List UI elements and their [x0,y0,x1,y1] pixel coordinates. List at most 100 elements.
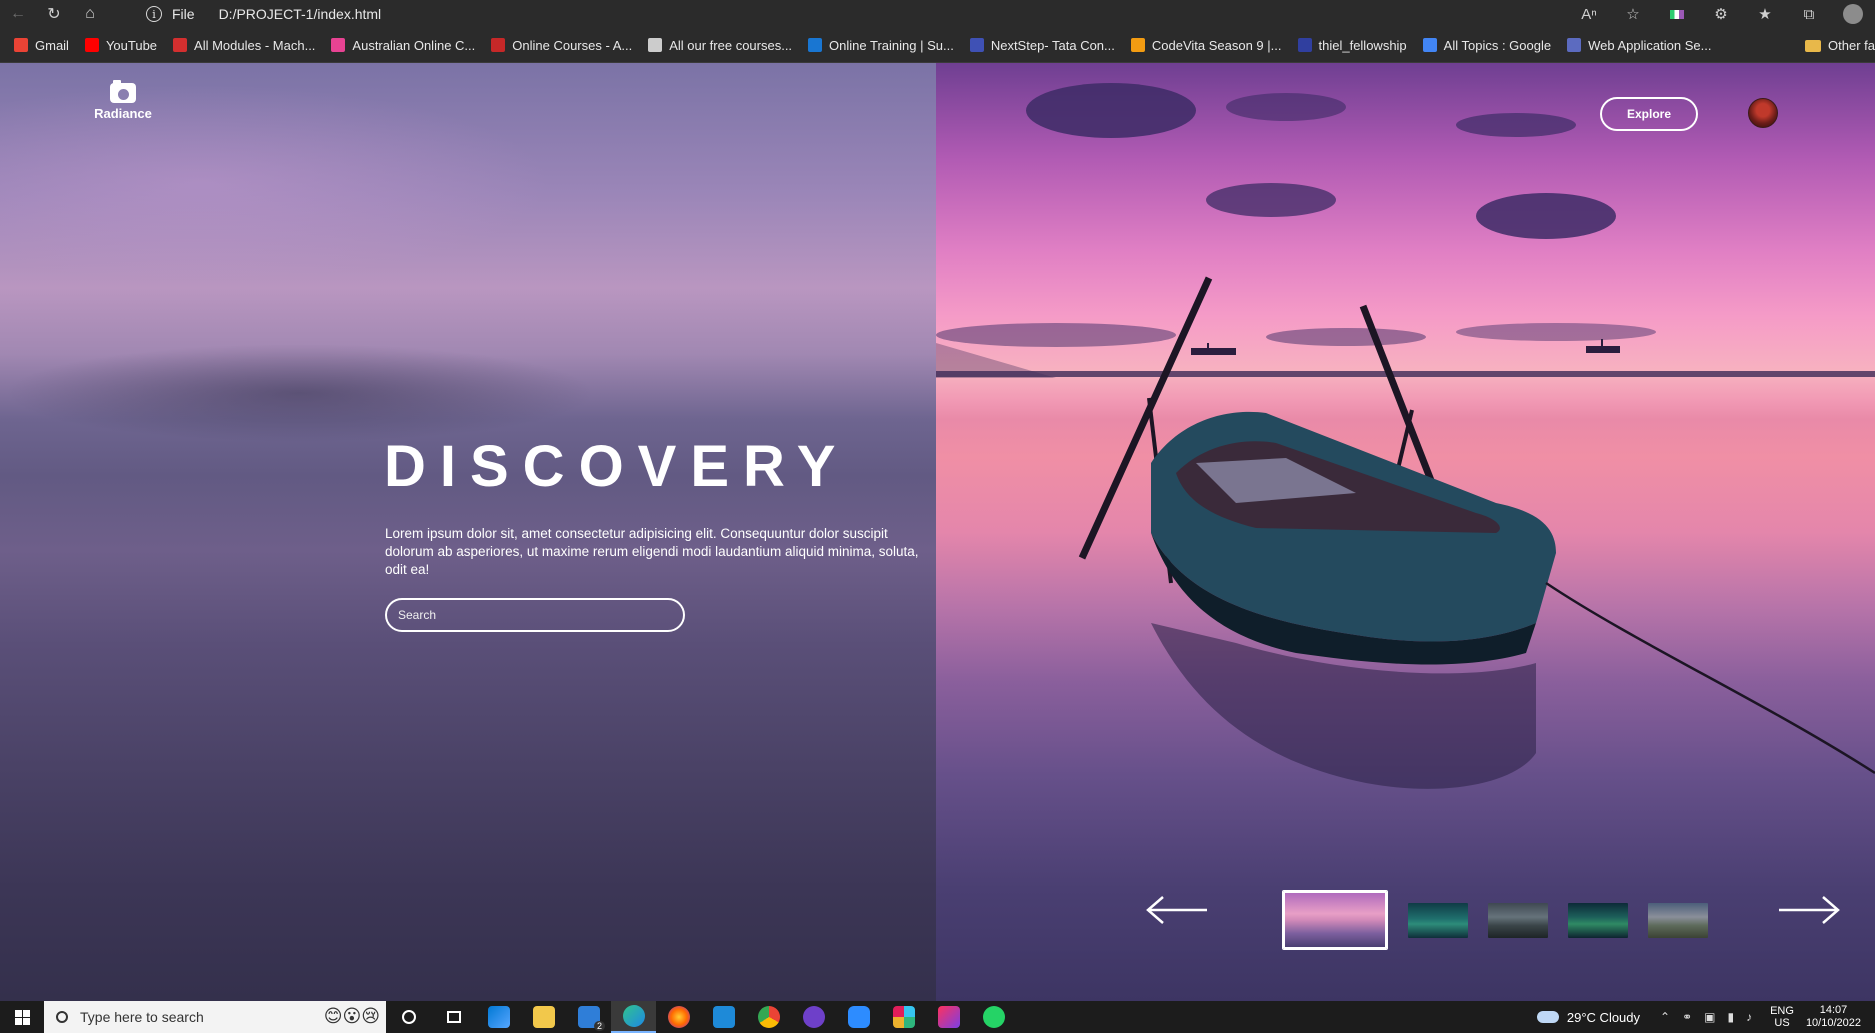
thumbnail-mountain-valley[interactable] [1648,903,1708,938]
search-input[interactable] [385,598,685,632]
clock[interactable]: 14:07 10/10/2022 [1806,1004,1861,1030]
back-arrow-icon[interactable]: ← [0,0,36,28]
hero-photo-boat-sunset [936,63,1875,1001]
windows-start-icon[interactable] [0,1001,44,1033]
previous-arrow-icon[interactable] [1145,895,1209,925]
github-icon[interactable] [791,1001,836,1033]
battery-icon[interactable]: ▮ [1727,1010,1734,1024]
explore-button[interactable]: Explore [1600,97,1698,131]
edge-icon[interactable] [611,1001,656,1033]
bookmark-item[interactable]: thiel_fellowship [1297,38,1407,53]
intellij-icon[interactable] [926,1001,971,1033]
bookmark-favicon-icon [1130,38,1145,52]
meet-now-icon[interactable]: ▣ [1704,1010,1715,1024]
site-logo[interactable]: Radiance [88,80,158,121]
file-explorer-icon[interactable] [521,1001,566,1033]
bookmark-item[interactable]: Australian Online C... [331,38,475,53]
mail-icon[interactable]: 2 [566,1001,611,1033]
profile-icon[interactable] [1831,0,1875,28]
taskbar-search[interactable]: Type here to search 😊😮😢 [44,1001,386,1033]
bookmark-label: YouTube [105,37,158,53]
home-icon[interactable]: ⌂ [72,0,108,28]
bookmark-favicon-icon [14,38,28,52]
bookmark-label: CodeVita Season 9 |... [1151,37,1282,53]
refresh-icon[interactable]: ↻ [36,0,72,28]
site-logo-text: Radiance [94,106,152,121]
bookmark-favicon-icon [331,38,346,52]
address-scheme: File [172,6,195,22]
bookmark-item[interactable]: Online Training | Su... [808,38,954,53]
collections-icon[interactable]: ⧉ [1787,0,1831,28]
volume-icon[interactable]: ♪ [1746,1010,1752,1024]
region-code: US [1774,1017,1790,1029]
thumbnail-sunset-boat[interactable] [1283,891,1387,949]
slack-icon[interactable] [881,1001,926,1033]
bookmark-label: Online Courses - A... [512,37,633,53]
favorite-star-icon[interactable]: ☆ [1611,0,1655,28]
boat-illustration [936,276,1875,789]
bookmark-label: Web Application Se... [1588,37,1712,53]
cortana-icon[interactable] [386,1001,431,1033]
folder-icon [1805,39,1822,52]
bookmark-item[interactable]: All Topics : Google [1422,38,1551,53]
mail-badge: 2 [593,1021,605,1031]
vscode-icon[interactable] [701,1001,746,1033]
emoji-search-highlight: 😊😮😢 [323,1006,380,1026]
zoom-icon[interactable] [836,1001,881,1033]
store-icon[interactable] [476,1001,521,1033]
whatsapp-icon[interactable] [971,1001,1016,1033]
read-aloud-icon[interactable]: Aⁿ [1567,0,1611,28]
chrome-icon[interactable] [746,1001,791,1033]
address-url[interactable]: D:/PROJECT-1/index.html [219,6,382,22]
bookmark-label: Australian Online C... [352,37,476,53]
other-favorites-folder[interactable]: Other fa [1799,28,1875,62]
other-favorites-label: Other fa [1828,38,1875,53]
windows-taskbar: Type here to search 😊😮😢 2 29°C Cloudy ⌃ … [0,1001,1875,1033]
extension-badge-icon[interactable] [1655,0,1699,28]
bookmark-favicon-icon [648,38,663,52]
bookmark-favicon-icon [808,38,823,52]
camera-icon [110,80,136,103]
bookmark-item[interactable]: YouTube [84,37,158,53]
search-icon [56,1011,68,1023]
bookmark-item[interactable]: All our free courses... [648,38,792,53]
info-icon[interactable]: i [146,6,162,22]
language-indicator[interactable]: ENG US [1770,1005,1794,1029]
bookmark-favicon-icon [969,38,984,52]
taskbar-search-placeholder: Type here to search [80,1009,204,1025]
thumbnail-aurora-2[interactable] [1568,903,1628,938]
bookmark-favicon-icon [1567,38,1582,52]
firefox-icon[interactable] [656,1001,701,1033]
bookmark-favicon-icon [491,38,506,52]
favorites-icon[interactable]: ★ [1743,0,1787,28]
network-icon[interactable]: ⚭ [1682,1010,1692,1024]
bookmark-favicon-icon [84,38,99,52]
system-tray: 29°C Cloudy ⌃ ⚭ ▣ ▮ ♪ ENG US 14:07 10/10… [1536,1001,1875,1033]
next-arrow-icon[interactable] [1777,895,1841,925]
chevron-up-icon[interactable]: ⌃ [1660,1010,1670,1024]
weather-text: 29°C Cloudy [1566,1009,1641,1025]
bookmarks-bar: Gmail YouTube All Modules - Mach... Austral… [0,28,1875,63]
bookmark-item[interactable]: Web Application Se... [1567,38,1711,53]
hero-title: DISCOVERY [384,434,850,499]
thumbnail-cloudy-lake[interactable] [1488,903,1548,938]
bookmark-label: NextStep- Tata Con... [990,37,1115,53]
clock-time: 14:07 [1819,1004,1848,1016]
browser-title-bar: ← ↻ ⌂ i File D:/PROJECT-1/index.html Aⁿ … [0,0,1875,28]
bookmark-item[interactable]: NextStep- Tata Con... [969,37,1115,53]
cloud-icon [1536,1011,1559,1023]
bookmark-favicon-icon [1422,38,1437,52]
task-view-icon[interactable] [431,1001,476,1033]
user-avatar[interactable] [1748,98,1778,128]
thumbnail-aurora-1[interactable] [1408,903,1468,938]
bookmark-favicon-icon [1297,38,1312,52]
hero-description: Lorem ipsum dolor sit, amet consectetur … [385,526,919,577]
weather-widget[interactable]: 29°C Cloudy [1536,1009,1641,1025]
bookmark-item[interactable]: Online Courses - A... [491,38,632,53]
bookmark-item[interactable]: All Modules - Mach... [173,38,315,53]
address-bar[interactable]: i File D:/PROJECT-1/index.html [146,0,1536,28]
extensions-icon[interactable]: ⚙ [1699,0,1743,28]
bookmark-item[interactable]: CodeVita Season 9 |... [1130,37,1282,53]
bookmark-item[interactable]: Gmail [14,38,69,53]
bookmark-label: Online Training | Su... [829,37,954,53]
